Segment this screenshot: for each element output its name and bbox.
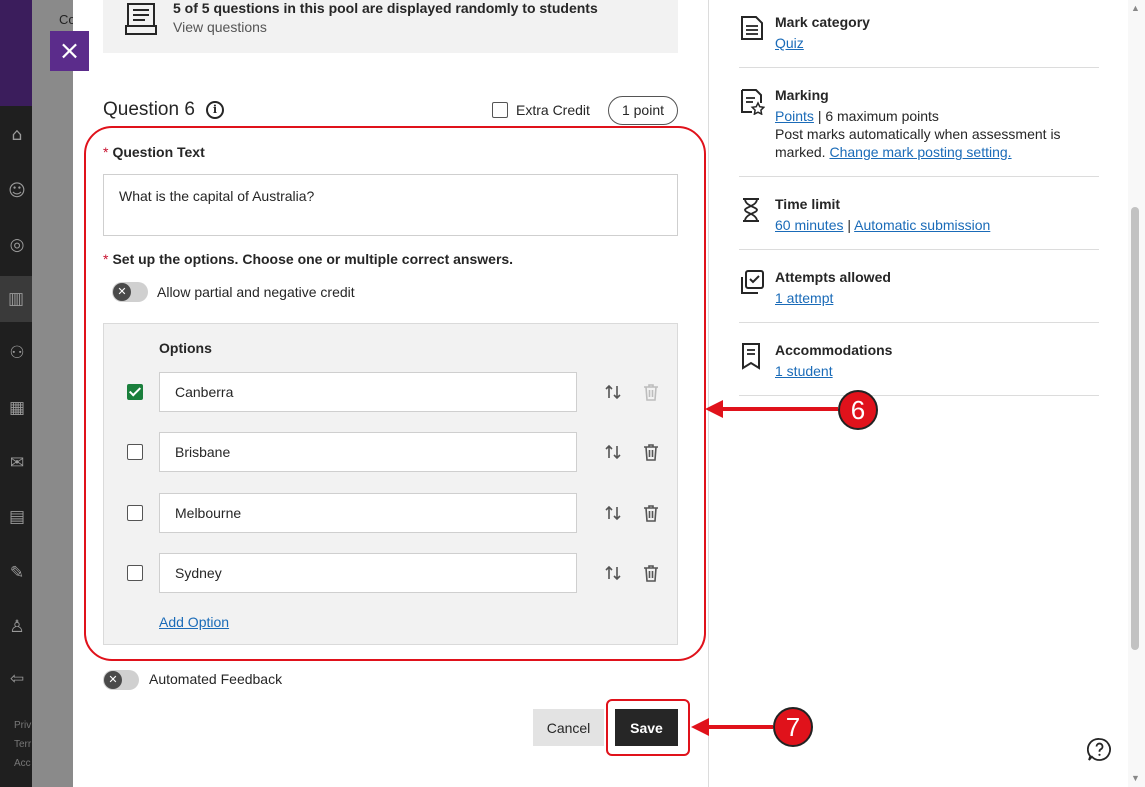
- accommodations-section: Accommodations 1 student: [739, 342, 1099, 382]
- question-editor: 5 of 5 questions in this pool are displa…: [73, 0, 709, 787]
- points-link[interactable]: Points: [775, 108, 814, 124]
- time-limit-title: Time limit: [775, 196, 841, 212]
- hourglass-icon: [743, 198, 759, 222]
- step-callout-6: 6: [838, 390, 878, 430]
- toggle-off-icon: ✕: [104, 671, 122, 689]
- groups-icon: ⚇: [9, 343, 25, 363]
- edit-icon: ✎: [9, 563, 25, 583]
- courses-icon: ▥: [0, 276, 32, 322]
- attempts-title: Attempts allowed: [775, 269, 891, 285]
- institution-icon: ⌂: [11, 125, 23, 145]
- messages-icon: ✉: [9, 453, 25, 473]
- change-mark-posting-link[interactable]: Change mark posting setting.: [829, 144, 1011, 160]
- help-icon[interactable]: [1087, 737, 1112, 762]
- automatic-submission-link[interactable]: Automatic submission: [854, 217, 990, 233]
- question-pool-icon: [125, 3, 157, 35]
- marking-icon: [741, 89, 765, 115]
- background-nav: ⌂ ☺ ◎ ▥ ⚇ ▦ ✉ ▤ ✎ ♙ ⇦ Priv Terr Acc: [0, 0, 32, 787]
- extra-credit-checkbox[interactable]: [492, 102, 508, 118]
- accommodations-icon: [742, 343, 760, 370]
- grades-icon: ▤: [8, 507, 26, 527]
- time-limit-separator: |: [847, 217, 852, 233]
- separator: [739, 67, 1099, 68]
- footer-line: Priv: [14, 720, 32, 731]
- marking-section: Marking Points | 6 maximum points Post m…: [739, 87, 1099, 162]
- pool-description: 5 of 5 questions in this pool are displa…: [173, 0, 598, 16]
- step-callout-7: 7: [773, 707, 813, 747]
- marking-title: Marking: [775, 87, 829, 103]
- separator: [739, 395, 1099, 396]
- background-brand: [0, 0, 32, 106]
- marking-separator: |: [817, 108, 822, 124]
- user-icon: ♙: [9, 617, 25, 637]
- globe-icon: ◎: [9, 235, 25, 255]
- mark-category-link[interactable]: Quiz: [775, 35, 804, 51]
- attempts-section: Attempts allowed 1 attempt: [739, 269, 1099, 309]
- accommodations-link[interactable]: 1 student: [775, 363, 833, 379]
- close-button[interactable]: ×: [50, 31, 89, 71]
- separator: [739, 176, 1099, 177]
- separator: [739, 322, 1099, 323]
- extra-credit-label: Extra Credit: [516, 102, 590, 118]
- footer-line: Acc: [14, 758, 31, 769]
- attempts-icon: [741, 270, 764, 294]
- calendar-icon: ▦: [8, 398, 26, 418]
- automated-feedback-label: Automated Feedback: [149, 671, 283, 687]
- mark-category-icon: [741, 16, 763, 40]
- signout-icon: ⇦: [9, 669, 25, 689]
- time-limit-link[interactable]: 60 minutes: [775, 217, 843, 233]
- mark-category-section: Mark category Quiz: [739, 14, 1099, 54]
- profile-icon: ☺: [8, 181, 26, 201]
- view-questions-link[interactable]: View questions: [173, 19, 267, 35]
- accommodations-title: Accommodations: [775, 342, 893, 358]
- cancel-button[interactable]: Cancel: [533, 709, 604, 746]
- annotation-highlight-save: [606, 699, 690, 756]
- attempts-link[interactable]: 1 attempt: [775, 290, 833, 306]
- scrollbar-thumb[interactable]: [1131, 207, 1139, 650]
- background-content: Co: [32, 0, 76, 787]
- close-icon: ×: [58, 36, 81, 66]
- separator: [739, 249, 1099, 250]
- question-editor-panel: 5 of 5 questions in this pool are displa…: [73, 0, 1145, 787]
- info-icon[interactable]: i: [206, 101, 224, 119]
- footer-line: Terr: [14, 739, 32, 750]
- scroll-down-icon[interactable]: ▼: [1131, 773, 1140, 783]
- scroll-up-icon[interactable]: ▲: [1131, 3, 1140, 13]
- automated-feedback-toggle[interactable]: ✕: [103, 670, 139, 690]
- assessment-settings: Mark category Quiz Marking Points | 6 ma…: [709, 0, 1145, 787]
- mark-category-title: Mark category: [775, 14, 870, 30]
- max-points: 6 maximum points: [825, 108, 939, 124]
- time-limit-section: Time limit 60 minutes | Automatic submis…: [739, 196, 1099, 236]
- extra-credit-option[interactable]: Extra Credit: [492, 102, 590, 118]
- question-title: Question 6: [103, 99, 195, 120]
- pool-info-box: 5 of 5 questions in this pool are displa…: [103, 0, 678, 53]
- annotation-highlight-options: [84, 126, 706, 661]
- points-button[interactable]: 1 point: [608, 96, 678, 125]
